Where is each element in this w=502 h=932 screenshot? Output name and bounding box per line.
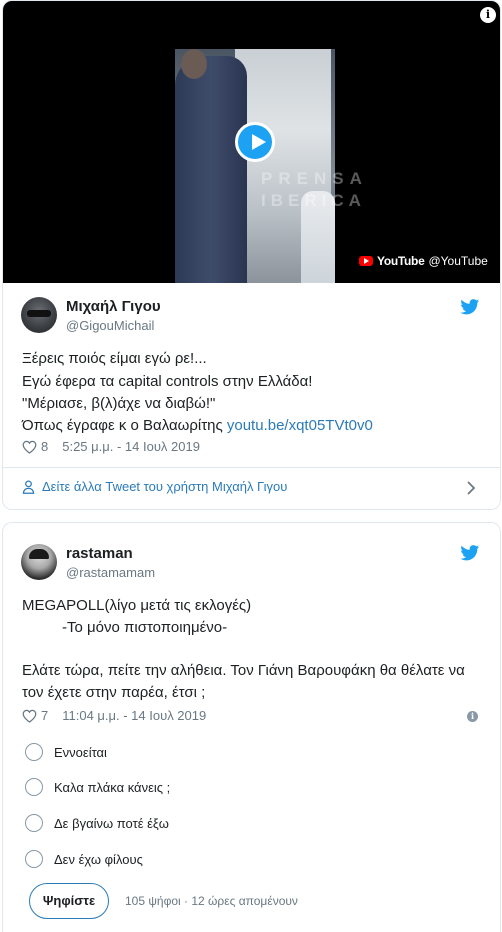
- radio-button[interactable]: [25, 778, 43, 796]
- like-count[interactable]: 7: [41, 708, 48, 723]
- youtube-logo-icon: [359, 256, 373, 266]
- video-watermark-2: IBERICA: [261, 191, 366, 210]
- poll-option[interactable]: Δε βγαίνω ποτέ έξω: [25, 814, 169, 832]
- poll-option-label[interactable]: Εννοείται: [54, 745, 107, 760]
- vote-button[interactable]: Ψηφίστε: [29, 883, 109, 919]
- video-person-head: [181, 49, 207, 79]
- poll-vote-count: 105 ψήφοι · 12 ώρες απομένουν: [125, 894, 298, 908]
- tweet-text-line: Ελάτε τώρα, πείτε την αλήθεια. Τον Γιάνη…: [22, 662, 465, 679]
- author-handle[interactable]: @rastamamam: [66, 565, 155, 580]
- poll-option[interactable]: Καλα πλάκα κάνεις ;: [25, 778, 170, 796]
- tweet-text: Όπως έγραφε κ ο Βαλαωρίτης: [22, 417, 227, 434]
- tweet-meta: 8 5:25 μ.μ. - 14 Ιουλ 2019: [22, 439, 200, 454]
- video-watermark: PRENSA: [261, 169, 368, 188]
- timestamp[interactable]: 11:04 μ.μ. - 14 Ιουλ 2019: [62, 708, 206, 723]
- youtube-badge[interactable]: YouTube @YouTube: [359, 251, 488, 271]
- video-person: [175, 56, 247, 283]
- youtube-wordmark: YouTube: [377, 254, 425, 268]
- more-tweets-link[interactable]: Δείτε άλλα Tweet του χρήστη Μιχαήλ Γιγου: [22, 479, 287, 494]
- radio-button[interactable]: [25, 850, 43, 868]
- poll-option[interactable]: Εννοείται: [25, 743, 107, 761]
- tweet-text-line: MEGAPOLL(λίγο μετά τις εκλογές): [22, 597, 252, 614]
- chevron-right-icon[interactable]: [466, 481, 476, 495]
- avatar[interactable]: [21, 544, 57, 580]
- twitter-bird-icon[interactable]: [460, 545, 480, 561]
- timestamp[interactable]: 5:25 μ.μ. - 14 Ιουλ 2019: [62, 439, 200, 454]
- author-name[interactable]: rastaman: [66, 545, 133, 562]
- heart-icon[interactable]: [22, 440, 37, 454]
- poll-option-label[interactable]: Καλα πλάκα κάνεις ;: [54, 780, 170, 795]
- tweet-card: [2, 522, 501, 932]
- tweet-text-line: Ξέρεις ποιός είμαι εγώ ρε!...: [22, 350, 207, 367]
- video-player[interactable]: PRENSA IBERICA i YouTube @YouTube: [3, 1, 500, 283]
- tweet-text-line: -Το μόνο πιστοποιημένο-: [62, 619, 228, 636]
- tweet-text-line: τον έχετε στην παρέα, έτσι ;: [22, 684, 206, 701]
- poll-option-label[interactable]: Δεν έχω φίλους: [54, 852, 143, 867]
- tweet-meta: 7 11:04 μ.μ. - 14 Ιουλ 2019: [22, 708, 206, 723]
- heart-icon[interactable]: [22, 709, 37, 723]
- author-name[interactable]: Μιχαήλ Γιγου: [66, 298, 161, 315]
- person-icon: [22, 479, 35, 494]
- avatar[interactable]: [21, 297, 57, 333]
- more-tweets-label[interactable]: Δείτε άλλα Tweet του χρήστη Μιχαήλ Γιγου: [42, 479, 287, 494]
- avatar-cap: [29, 549, 49, 559]
- divider: [3, 467, 500, 468]
- info-icon[interactable]: i: [480, 7, 496, 23]
- twitter-bird-icon[interactable]: [460, 299, 480, 315]
- sunglasses: [27, 310, 51, 317]
- tweet-text-line: "Μέριασε, β(λ)άχε να διαβώ!": [22, 395, 216, 412]
- tweet-text-line: Εγώ έφερα τα capital controls στην Ελλάδ…: [22, 373, 313, 390]
- tweet-text-line: Όπως έγραφε κ ο Βαλαωρίτης youtu.be/xqt0…: [22, 415, 373, 436]
- info-icon[interactable]: i: [467, 711, 478, 722]
- poll-option[interactable]: Δεν έχω φίλους: [25, 850, 143, 868]
- tweet-link[interactable]: youtu.be/xqt05TVt0v0: [227, 417, 373, 434]
- play-icon[interactable]: [235, 122, 275, 162]
- radio-button[interactable]: [25, 814, 43, 832]
- radio-button[interactable]: [25, 743, 43, 761]
- youtube-handle: @YouTube: [428, 254, 488, 268]
- poll-option-label[interactable]: Δε βγαίνω ποτέ έξω: [54, 816, 169, 831]
- author-handle[interactable]: @GigouMichail: [66, 318, 154, 333]
- like-count[interactable]: 8: [41, 439, 48, 454]
